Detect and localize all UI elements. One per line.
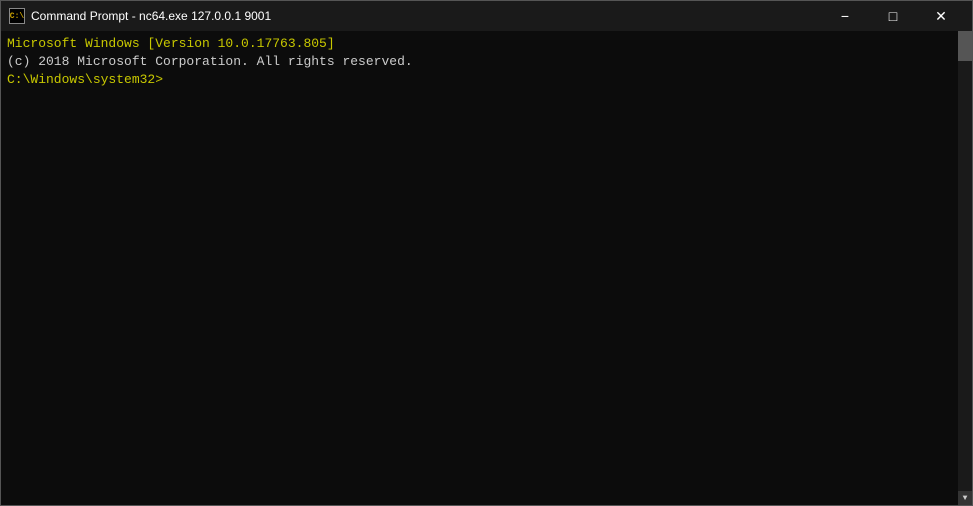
console-prompt: C:\Windows\system32> (7, 71, 966, 89)
scrollbar[interactable]: ▼ (958, 31, 972, 505)
console-area[interactable]: Microsoft Windows [Version 10.0.17763.80… (1, 31, 972, 505)
console-line-2: (c) 2018 Microsoft Corporation. All righ… (7, 53, 966, 71)
title-bar-left: C:\ Command Prompt - nc64.exe 127.0.0.1 … (9, 8, 271, 24)
cmd-icon-label: C:\ (10, 12, 24, 21)
maximize-button[interactable]: □ (870, 1, 916, 31)
window: C:\ Command Prompt - nc64.exe 127.0.0.1 … (0, 0, 973, 506)
scrollbar-down-arrow[interactable]: ▼ (958, 491, 972, 505)
title-bar: C:\ Command Prompt - nc64.exe 127.0.0.1 … (1, 1, 972, 31)
minimize-button[interactable]: − (822, 1, 868, 31)
cmd-icon: C:\ (9, 8, 25, 24)
title-bar-controls: − □ ✕ (822, 1, 964, 31)
console-line-1: Microsoft Windows [Version 10.0.17763.80… (7, 35, 966, 53)
scrollbar-thumb[interactable] (958, 31, 972, 61)
window-title: Command Prompt - nc64.exe 127.0.0.1 9001 (31, 9, 271, 23)
close-button[interactable]: ✕ (918, 1, 964, 31)
